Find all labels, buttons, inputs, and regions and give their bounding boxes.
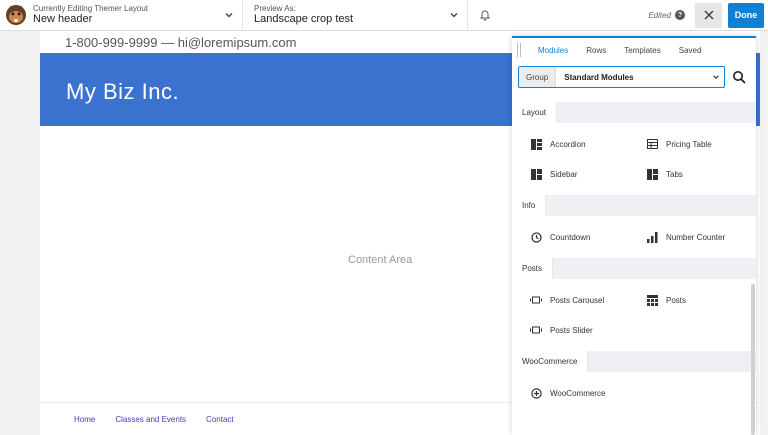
section-title: WooCommerce — [512, 351, 589, 372]
module-woocommerce[interactable]: WooCommerce — [530, 378, 646, 408]
preview-as-value: Landscape crop test — [254, 13, 354, 26]
themer-layout-dropdown[interactable]: Currently Editing Themer Layout New head… — [31, 0, 243, 31]
tab-saved[interactable]: Saved — [670, 46, 711, 55]
group-value: Standard Modules — [564, 72, 634, 82]
module-grid: Countdown Number Counter — [512, 216, 756, 258]
slider-icon — [530, 324, 542, 336]
content-area-label: Content Area — [348, 254, 413, 266]
site-title: My Biz Inc. — [66, 79, 180, 104]
beaver-builder-logo-icon[interactable] — [0, 0, 31, 31]
module-pricing-table[interactable]: Pricing Table — [646, 129, 756, 159]
tab-templates[interactable]: Templates — [615, 46, 669, 55]
module-label: Tabs — [666, 169, 683, 179]
module-label: Accordion — [550, 139, 586, 149]
clock-icon — [530, 231, 542, 243]
themer-layout-value: New header — [33, 13, 93, 26]
edited-label: Edited — [648, 10, 671, 20]
posts-grid-icon — [646, 294, 658, 306]
sidebar-icon — [530, 168, 542, 180]
modules-panel: Modules Rows Templates Saved Group Stand… — [512, 36, 756, 435]
group-select[interactable]: Group Standard Modules — [518, 66, 726, 88]
pricing-table-icon — [646, 138, 658, 150]
close-button[interactable] — [695, 2, 722, 28]
module-sidebar[interactable]: Sidebar — [530, 159, 646, 189]
tabs-icon — [646, 168, 658, 180]
contact-info: 1-800-999-9999 — hi@loremipsum.com — [65, 35, 297, 50]
section-posts: Posts — [512, 258, 756, 279]
module-label: Posts Slider — [550, 325, 593, 335]
module-grid: WooCommerce — [512, 372, 756, 414]
footer-link-classes-events[interactable]: Classes and Events — [115, 415, 186, 424]
search-icon[interactable] — [728, 66, 750, 88]
module-countdown[interactable]: Countdown — [530, 222, 646, 252]
tab-rows[interactable]: Rows — [577, 46, 615, 55]
footer-link-home[interactable]: Home — [74, 415, 95, 424]
section-woocommerce: WooCommerce — [512, 351, 756, 372]
section-title: Posts — [512, 258, 554, 279]
plus-circle-icon — [530, 387, 542, 399]
themer-layout-text: Currently Editing Themer Layout New head… — [33, 4, 148, 26]
module-label: WooCommerce — [550, 388, 606, 398]
bar-chart-icon — [646, 231, 658, 243]
module-grid: Accordion Pricing Table Sidebar Tabs — [512, 123, 756, 195]
section-layout: Layout — [512, 102, 756, 123]
carousel-icon — [530, 294, 542, 306]
module-label: Sidebar — [550, 169, 578, 179]
section-info: Info — [512, 195, 756, 216]
themer-layout-label: Currently Editing Themer Layout — [33, 4, 149, 14]
module-posts[interactable]: Posts — [646, 285, 756, 315]
accordion-icon — [530, 138, 542, 150]
help-icon[interactable]: ? — [675, 10, 685, 20]
module-label: Posts Carousel — [550, 295, 605, 305]
module-tabs[interactable]: Tabs — [646, 159, 756, 189]
preview-as-dropdown[interactable]: Preview As: Landscape crop test — [243, 0, 468, 31]
edited-status: Edited ? — [648, 10, 685, 20]
group-label: Group — [519, 67, 557, 87]
section-title: Info — [512, 195, 547, 216]
module-posts-slider[interactable]: Posts Slider — [530, 315, 646, 345]
module-number-counter[interactable]: Number Counter — [646, 222, 756, 252]
footer-link-contact[interactable]: Contact — [206, 415, 234, 424]
tab-modules[interactable]: Modules — [526, 46, 577, 55]
group-row: Group Standard Modules — [518, 66, 750, 88]
panel-scrollbar[interactable] — [751, 284, 755, 435]
done-button[interactable]: Done — [728, 2, 764, 28]
panel-tabs: Modules Rows Templates Saved — [512, 38, 756, 62]
module-label: Countdown — [550, 232, 591, 242]
preview-as-label: Preview As: — [254, 4, 296, 14]
module-label: Posts — [666, 295, 687, 305]
drag-handle-icon[interactable] — [512, 38, 526, 62]
close-icon — [703, 10, 714, 20]
chevron-down-icon — [224, 10, 234, 20]
module-grid: Posts Carousel Posts Posts Slider — [512, 279, 756, 351]
module-accordion[interactable]: Accordion — [530, 129, 646, 159]
module-list: Layout Accordion Pricing Table Sidebar T… — [512, 102, 756, 435]
module-label: Number Counter — [666, 232, 726, 242]
chevron-down-icon — [449, 10, 459, 20]
top-bar: Currently Editing Themer Layout New head… — [0, 0, 768, 31]
bell-icon[interactable] — [468, 0, 502, 31]
preview-as-text: Preview As: Landscape crop test — [254, 4, 353, 26]
chevron-down-icon — [708, 73, 724, 81]
module-posts-carousel[interactable]: Posts Carousel — [530, 285, 646, 315]
module-label: Pricing Table — [666, 139, 712, 149]
section-title: Layout — [512, 102, 558, 123]
